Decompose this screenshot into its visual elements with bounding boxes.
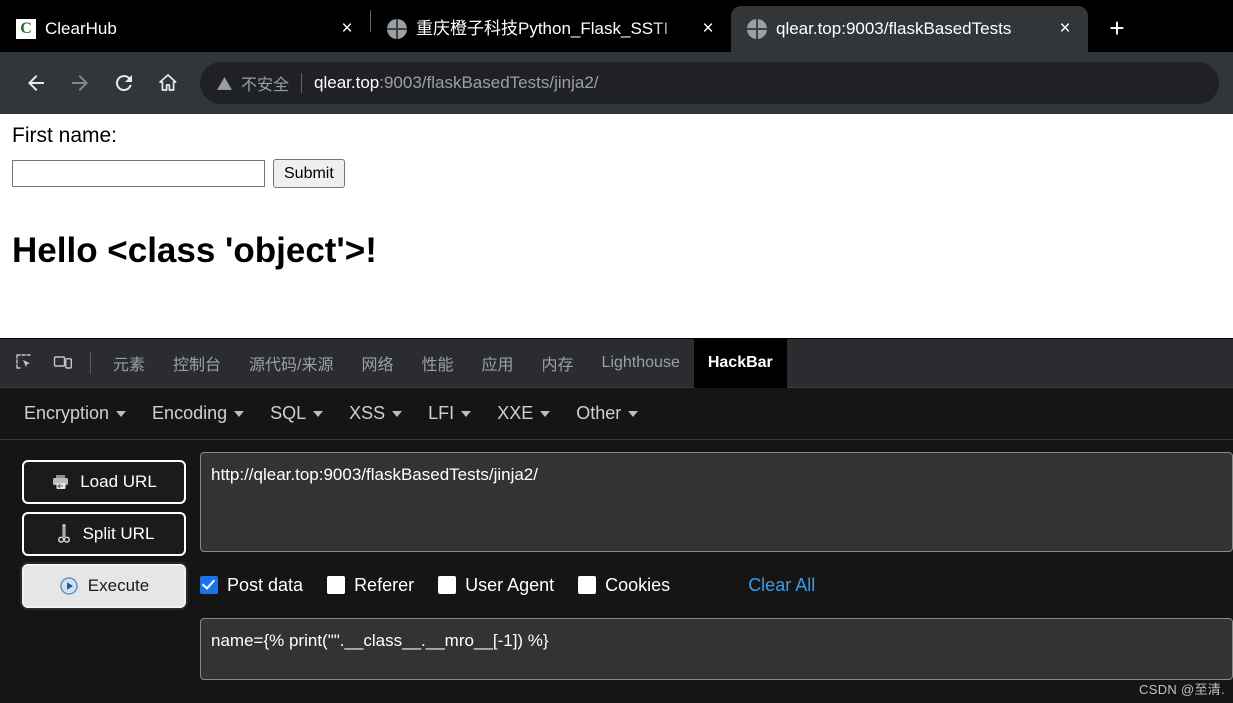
option-label: Referer <box>354 574 415 595</box>
option-label: Post data <box>227 574 304 595</box>
option-label: Cookies <box>605 574 671 595</box>
option-cookies[interactable]: Cookies <box>578 575 670 596</box>
devtools-tab-console[interactable]: 控制台 <box>159 339 235 388</box>
menu-label: XSS <box>349 403 386 423</box>
chevron-down-icon <box>540 410 551 417</box>
clearhub-favicon: C <box>16 19 36 39</box>
omnibox-divider <box>301 73 303 93</box>
hackbar-menu-sql[interactable]: SQL <box>270 403 324 424</box>
hackbar-options-row: Post data Referer User Agent Cookies Cle… <box>200 552 1233 618</box>
page-heading: Hello <class 'object'>! <box>12 231 377 270</box>
hackbar-action-buttons: Load URL Split URL Execute <box>0 452 186 703</box>
close-icon[interactable]: × <box>1052 16 1078 42</box>
hackbar-panel: Encryption Encoding SQL XSS LFI XXE Othe… <box>0 388 1233 703</box>
split-url-button[interactable]: Split URL <box>22 512 186 556</box>
execute-button[interactable]: Execute <box>22 564 186 608</box>
device-toolbar-icon[interactable] <box>44 344 82 382</box>
option-label: User Agent <box>465 574 555 595</box>
chevron-down-icon <box>313 410 324 417</box>
devtools-tab-application[interactable]: 应用 <box>468 339 528 388</box>
checkbox-user-agent[interactable] <box>438 576 457 594</box>
close-icon[interactable]: × <box>334 16 360 42</box>
url-textarea[interactable] <box>200 452 1233 552</box>
menu-label: Encryption <box>24 403 110 423</box>
browser-tab-clearhub[interactable]: C ClearHub × <box>0 6 370 52</box>
checkbox-cookies[interactable] <box>578 576 597 594</box>
devtools-panel: 元素 控制台 源代码/来源 网络 性能 应用 内存 Lighthouse Hac… <box>0 338 1233 703</box>
new-tab-button[interactable]: + <box>1094 8 1140 48</box>
hackbar-body: Load URL Split URL Execute http://qlear.… <box>0 440 1233 703</box>
split-url-icon <box>54 524 74 544</box>
menu-label: SQL <box>270 403 307 423</box>
close-icon[interactable]: × <box>695 16 721 42</box>
security-status-label: 不安全 <box>241 77 290 94</box>
chevron-down-icon <box>116 410 127 417</box>
devtools-tab-performance[interactable]: 性能 <box>408 339 468 388</box>
hackbar-menu-xxe[interactable]: XXE <box>497 403 551 424</box>
checkbox-post-data[interactable] <box>200 576 218 594</box>
browser-tab-qlear-active[interactable]: qlear.top:9003/flaskBasedTests × <box>731 6 1088 52</box>
chevron-down-icon <box>461 410 472 417</box>
menu-label: LFI <box>428 403 455 423</box>
load-url-button[interactable]: Load URL <box>22 460 186 504</box>
devtools-tab-network[interactable]: 网络 <box>347 339 407 388</box>
reload-icon[interactable] <box>102 61 146 105</box>
chevron-down-icon <box>392 410 403 417</box>
browser-window: C ClearHub × 重庆橙子科技Python_Flask_SSTI × q… <box>0 0 1233 703</box>
menu-label: XXE <box>497 403 534 423</box>
devtools-tab-hackbar[interactable]: HackBar <box>693 338 787 388</box>
tab-title: 重庆橙子科技Python_Flask_SSTI <box>416 19 669 38</box>
checkbox-referer[interactable] <box>327 576 346 594</box>
post-data-textarea[interactable] <box>200 618 1233 680</box>
browser-tab-flask-ssti[interactable]: 重庆橙子科技Python_Flask_SSTI × <box>371 6 731 52</box>
tab-title: qlear.top:9003/flaskBasedTests <box>776 19 1012 38</box>
tab-strip: C ClearHub × 重庆橙子科技Python_Flask_SSTI × q… <box>0 0 1233 52</box>
button-label: Split URL <box>82 524 155 543</box>
load-url-icon <box>51 472 71 492</box>
chevron-down-icon <box>628 410 639 417</box>
option-post-data[interactable]: Post data <box>200 575 303 596</box>
url-text: qlear.top:9003/flaskBasedTests/jinja2/ <box>314 73 598 93</box>
hackbar-menu-lfi[interactable]: LFI <box>428 403 472 424</box>
option-referer[interactable]: Referer <box>327 575 414 596</box>
name-form: Submit <box>12 159 1221 188</box>
url-path: :9003/flaskBasedTests/jinja2/ <box>379 73 599 92</box>
globe-icon <box>747 19 767 39</box>
inspect-element-icon[interactable] <box>6 344 44 382</box>
not-secure-warning-icon <box>216 75 233 92</box>
hackbar-menu-xss[interactable]: XSS <box>349 403 403 424</box>
execute-play-icon <box>59 576 79 596</box>
button-label: Load URL <box>80 472 157 491</box>
first-name-label: First name: <box>12 124 118 147</box>
tab-title: ClearHub <box>45 19 117 38</box>
url-host: qlear.top <box>314 73 380 92</box>
submit-button[interactable]: Submit <box>273 159 345 188</box>
devtools-tab-sources[interactable]: 源代码/来源 <box>235 339 347 388</box>
menu-label: Other <box>576 403 622 423</box>
devtools-tabbar: 元素 控制台 源代码/来源 网络 性能 应用 内存 Lighthouse Hac… <box>0 338 1233 388</box>
hackbar-menubar: Encryption Encoding SQL XSS LFI XXE Othe… <box>0 388 1233 440</box>
devtools-divider <box>90 352 91 374</box>
menu-label: Encoding <box>152 403 228 423</box>
home-icon[interactable] <box>146 61 190 105</box>
devtools-tab-memory[interactable]: 内存 <box>528 339 588 388</box>
button-label: Execute <box>87 576 150 595</box>
hackbar-menu-other[interactable]: Other <box>576 403 639 424</box>
option-user-agent[interactable]: User Agent <box>438 575 554 596</box>
forward-arrow-icon <box>58 61 102 105</box>
clear-all-link[interactable]: Clear All <box>748 575 815 596</box>
globe-icon <box>387 19 407 39</box>
hackbar-menu-encryption[interactable]: Encryption <box>24 403 127 424</box>
chevron-down-icon <box>234 410 245 417</box>
devtools-tab-lighthouse[interactable]: Lighthouse <box>588 339 694 388</box>
hackbar-fields: Post data Referer User Agent Cookie <box>186 452 1233 703</box>
page-viewport: First name: Submit Hello <class 'object'… <box>0 114 1233 338</box>
watermark: CSDN @至清. <box>1139 682 1225 697</box>
first-name-input[interactable] <box>12 160 265 187</box>
back-arrow-icon[interactable] <box>14 61 58 105</box>
hackbar-menu-encoding[interactable]: Encoding <box>152 403 245 424</box>
address-bar[interactable]: 不安全 qlear.top:9003/flaskBasedTests/jinja… <box>200 62 1219 104</box>
devtools-tab-elements[interactable]: 元素 <box>99 339 159 388</box>
browser-toolbar: 不安全 qlear.top:9003/flaskBasedTests/jinja… <box>0 52 1233 114</box>
